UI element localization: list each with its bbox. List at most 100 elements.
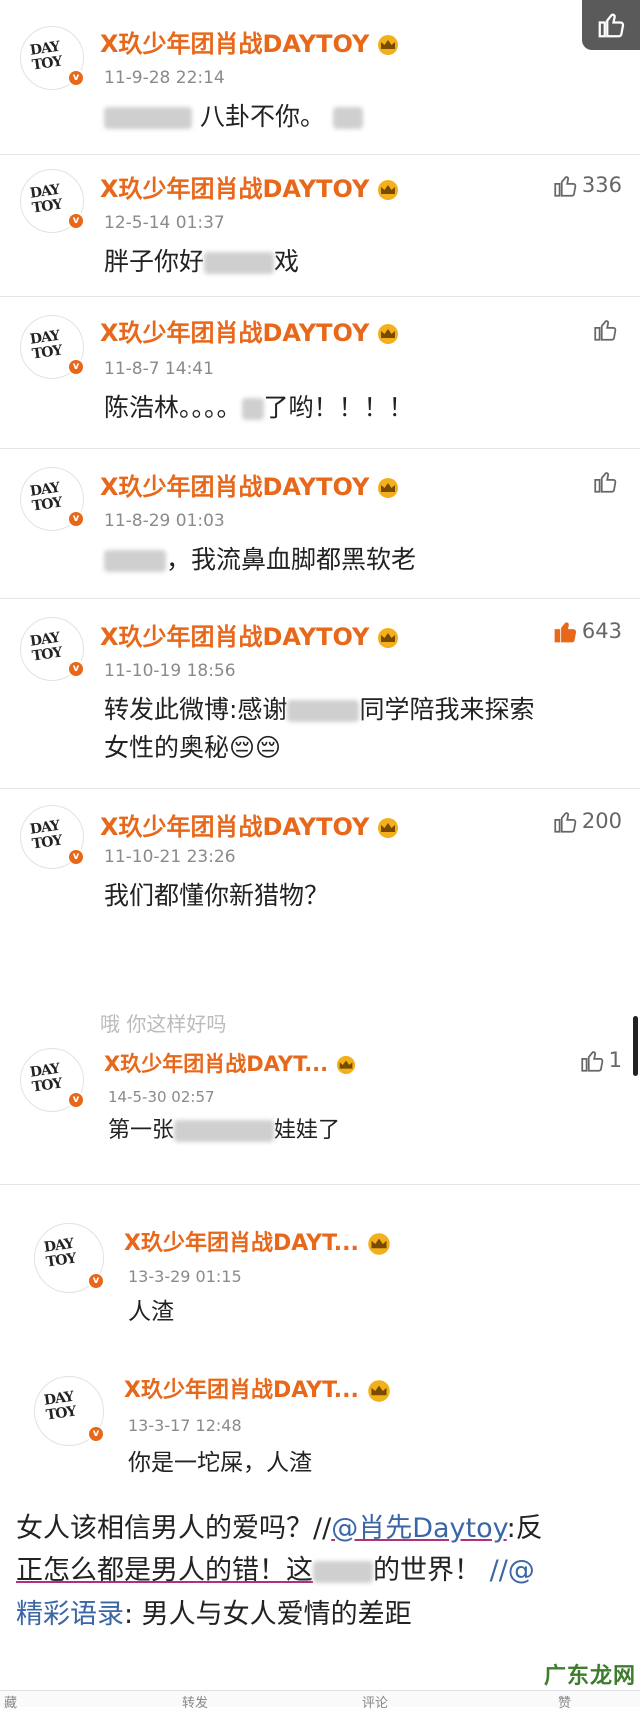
avatar[interactable]: DAY TOY v [20, 617, 85, 681]
mention-link[interactable]: @肖先Daytoy [331, 1513, 506, 1544]
action-bar: 藏 转发 评论 赞 [0, 1690, 640, 1711]
comment-text: 人渣 [128, 1299, 174, 1325]
blurred-text [332, 107, 363, 129]
crown-icon [378, 818, 399, 838]
verified-badge-icon: v [67, 212, 85, 230]
favorite-button[interactable]: 藏 [4, 1692, 17, 1711]
like-button[interactable] [592, 469, 622, 495]
repost-line-3: 精彩语录: 男人与女人爱情的差距 [16, 1599, 412, 1630]
comment-time: 13-3-29 01:15 [128, 1267, 242, 1286]
comment-item: DAY TOY v X玖少年团肖战DAYT... 13-3-29 01:15 人渣 [0, 1185, 640, 1340]
avatar[interactable]: DAY TOY v [34, 1223, 105, 1293]
blurred-text [313, 1560, 373, 1583]
thumbs-up-filled-icon [554, 622, 576, 643]
comment-text: 转发此微博:感谢 同学陪我来探索 [104, 695, 535, 724]
comment-author[interactable]: X玖少年团肖战DAYT... [104, 1048, 358, 1078]
like-button[interactable]: 200 [552, 809, 622, 835]
comment-time: 11-9-28 22:14 [104, 68, 225, 88]
comment-text: 胖子你好戏 [104, 247, 300, 276]
comment-button[interactable]: 评论 [362, 1692, 388, 1711]
comment-item: DAY TOY v X玖少年团肖战DAYTOY 11-8-29 01:03 ，我流… [0, 449, 640, 599]
comment-text: 你是一坨屎，人渣 [128, 1450, 312, 1476]
comment-author[interactable]: X玖少年团肖战DAYTOY [100, 617, 401, 652]
comment-text: 我们都懂你新猎物？ [104, 881, 330, 910]
cut-off-text: 哦 你这样好吗 [100, 1012, 227, 1036]
verified-badge-icon: v [67, 358, 85, 376]
crown-icon [378, 180, 399, 200]
comment-author[interactable]: X玖少年团肖战DAYTOY [100, 313, 401, 348]
like-button[interactable]: 336 [552, 173, 622, 199]
crown-icon [368, 1233, 390, 1255]
comment-item: DAY TOY v X玖少年团肖战DAYTOY 336 12-5-14 01:37… [0, 155, 640, 297]
avatar[interactable]: DAY TOY v [20, 169, 85, 233]
comment-item: DAY TOY v X玖少年团肖战DAYT... 13-3-17 12:48 你是… [0, 1340, 640, 1495]
comment-item: DAY TOY v X玖少年团肖战DAYT... 1 14-5-30 02:57 … [0, 1040, 640, 1185]
topic-link[interactable]: 精彩语录 [16, 1599, 124, 1630]
avatar[interactable]: DAY TOY v [34, 1376, 105, 1446]
comment-item: DAY TOY v X玖少年团肖战DAYTOY 200 11-10-21 23:2… [0, 789, 640, 939]
comment-time: 11-8-7 14:41 [104, 359, 214, 379]
comment-time: 13-3-17 12:48 [128, 1416, 242, 1435]
avatar[interactable]: DAY TOY v [20, 26, 85, 90]
comment-item: DAY TOY v X玖少年团肖战DAYTOY 11-9-28 22:14 八卦不… [0, 0, 640, 155]
thumbs-up-icon [581, 1051, 603, 1072]
comment-item: DAY TOY v X玖少年团肖战DAYTOY 11-8-7 14:41 陈浩林。… [0, 297, 640, 449]
comment-author[interactable]: X玖少年团肖战DAYTOY [100, 169, 401, 204]
daytoy-logo: DAY TOY [42, 1235, 77, 1271]
comment-text: 陈浩林。。。。 了哟！！！！ [104, 393, 414, 422]
daytoy-logo: DAY TOY [28, 181, 63, 217]
daytoy-logo: DAY TOY [28, 817, 63, 853]
watermark-logo: 广东龙网 [543, 1664, 636, 1689]
like-bottom-button[interactable]: 赞 [558, 1692, 571, 1711]
comment-author[interactable]: X玖少年团肖战DAYTOY [100, 467, 401, 502]
crown-icon [378, 478, 399, 498]
daytoy-logo: DAY TOY [28, 479, 63, 515]
avatar[interactable]: DAY TOY v [20, 315, 85, 379]
verified-badge-icon: v [87, 1425, 105, 1443]
thumbs-up-icon [594, 320, 617, 341]
comment-time: 12-5-14 01:37 [104, 213, 225, 233]
comment-author[interactable]: X玖少年团肖战DAYTOY [100, 24, 401, 59]
crown-icon [378, 324, 399, 344]
verified-badge-icon: v [87, 1272, 105, 1290]
comment-text: 八卦不你。 [104, 98, 363, 136]
crown-icon [368, 1380, 390, 1402]
repost-button[interactable]: 转发 [182, 1692, 208, 1711]
verified-badge-icon: v [67, 510, 85, 528]
avatar[interactable]: DAY TOY v [20, 467, 85, 531]
blurred-text [174, 1120, 275, 1142]
crown-icon [337, 1055, 356, 1075]
crown-icon [378, 628, 399, 648]
daytoy-logo: DAY TOY [42, 1388, 77, 1424]
daytoy-logo: DAY TOY [28, 327, 63, 363]
comment-time: 11-10-21 23:26 [104, 847, 236, 867]
thumbs-up-icon [594, 472, 617, 493]
verified-badge-icon: v [67, 69, 85, 87]
like-button-active[interactable]: 643 [552, 619, 622, 645]
comment-author[interactable]: X玖少年团肖战DAYT... [124, 1372, 393, 1404]
blurred-text [241, 398, 264, 420]
comment-item: DAY TOY v X玖少年团肖战DAYTOY 643 11-10-19 18:5… [0, 599, 640, 789]
blurred-text [287, 700, 360, 722]
like-button[interactable]: 1 [579, 1048, 622, 1074]
verified-badge-icon: v [67, 848, 85, 866]
comment-text: 第一张 娃娃了 [108, 1118, 341, 1143]
blurred-text [104, 107, 192, 129]
comment-author[interactable]: X玖少年团肖战DAYTOY [100, 807, 401, 842]
mention-link[interactable]: //@ [490, 1555, 535, 1586]
repost-line-2: 正怎么都是男人的错！这 的世界！ //@ [16, 1555, 535, 1586]
comment-time: 11-10-19 18:56 [104, 661, 236, 681]
repost-line-1: 女人该相信男人的爱吗？//@肖先Daytoy:反 [16, 1513, 543, 1544]
like-button[interactable] [592, 317, 622, 343]
verified-badge-icon: v [67, 660, 85, 678]
comment-author[interactable]: X玖少年团肖战DAYT... [124, 1225, 393, 1257]
avatar[interactable]: DAY TOY v [20, 1048, 85, 1112]
blurred-text [204, 252, 275, 274]
daytoy-logo: DAY TOY [28, 38, 63, 74]
thumbs-up-icon [554, 812, 577, 833]
verified-badge-icon: v [67, 1091, 85, 1109]
comment-time: 14-5-30 02:57 [108, 1088, 215, 1106]
avatar[interactable]: DAY TOY v [20, 805, 85, 869]
comment-time: 11-8-29 01:03 [104, 511, 225, 531]
daytoy-logo: DAY TOY [28, 1060, 63, 1096]
